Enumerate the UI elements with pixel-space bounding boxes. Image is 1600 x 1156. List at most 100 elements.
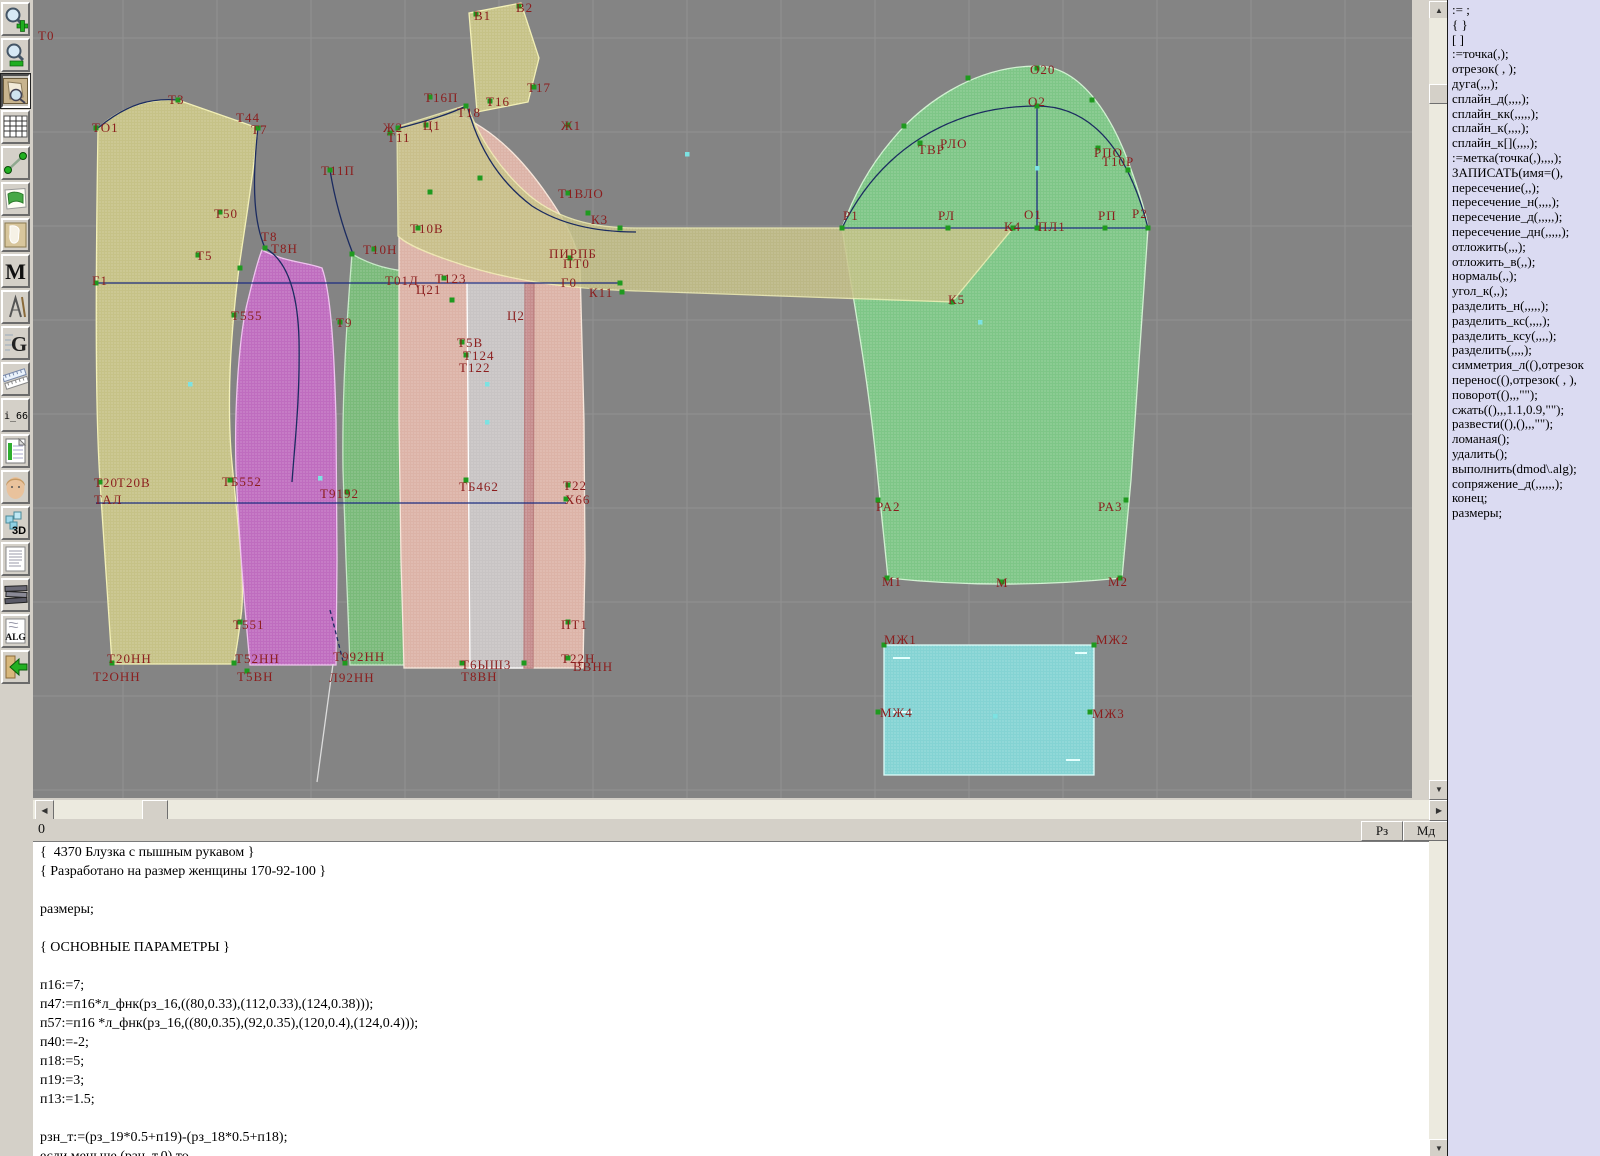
command-item[interactable]: сжать((),,,1.1,0.9,""); <box>1448 402 1600 417</box>
command-item[interactable]: удалить(); <box>1448 446 1600 461</box>
command-item[interactable]: сопряжение_д(,,,,,,); <box>1448 476 1600 491</box>
editor-vscroll-shaft[interactable] <box>1429 841 1447 1139</box>
piece-handle[interactable] <box>978 320 983 325</box>
canvas-hscroll-shaft[interactable] <box>33 800 1429 819</box>
canvas-hscroll-right-icon[interactable]: ▶ <box>1429 800 1449 821</box>
point-marker[interactable] <box>965 75 971 81</box>
canvas-vscroll-shaft[interactable] <box>1429 18 1447 780</box>
piece-handle[interactable] <box>485 420 490 425</box>
point-marker[interactable] <box>617 280 623 286</box>
point-label: К5 <box>948 292 965 307</box>
command-item[interactable]: сплайн_к[](,,,,); <box>1448 135 1600 150</box>
view-3d-button[interactable]: 3D <box>1 506 30 540</box>
command-item[interactable]: пересечение(,,); <box>1448 180 1600 195</box>
point-label: Т01Д <box>385 273 419 288</box>
svg-text:ALG: ALG <box>5 633 26 643</box>
piece-handle[interactable] <box>188 382 193 387</box>
document-button[interactable] <box>1 542 30 576</box>
point-marker[interactable] <box>945 225 951 231</box>
point-label: Т22 <box>563 478 587 493</box>
command-item[interactable]: отложить_в(,,); <box>1448 254 1600 269</box>
command-item[interactable]: конец; <box>1448 490 1600 505</box>
command-item[interactable]: ломаная(); <box>1448 431 1600 446</box>
canvas-hscroll-thumb[interactable] <box>142 800 168 821</box>
command-item[interactable]: сплайн_д(,,,,); <box>1448 91 1600 106</box>
command-item[interactable]: дуга(,,,); <box>1448 76 1600 91</box>
construct-button[interactable] <box>1 290 30 324</box>
command-item[interactable]: отложить(,,,); <box>1448 239 1600 254</box>
segment-button[interactable] <box>1 146 30 180</box>
command-item[interactable]: нормаль(,,); <box>1448 268 1600 283</box>
command-item[interactable]: выполнить(dmod\.alg); <box>1448 461 1600 476</box>
md-button[interactable]: Мд <box>1403 821 1449 841</box>
command-item[interactable]: отрезок( , ); <box>1448 61 1600 76</box>
piece-handle[interactable] <box>485 382 490 387</box>
command-item[interactable]: симметрия_л((),отрезок <box>1448 357 1600 372</box>
command-item[interactable]: развести((),(),,,""); <box>1448 416 1600 431</box>
pattern-sheet-button[interactable] <box>1 218 30 252</box>
grafis-button[interactable]: G <box>1 326 30 360</box>
command-item[interactable]: пересечение_д(,,,,,); <box>1448 209 1600 224</box>
point-marker[interactable] <box>839 225 845 231</box>
point-marker[interactable] <box>237 265 243 271</box>
point-marker[interactable] <box>1102 225 1108 231</box>
piece-handle[interactable] <box>993 714 998 719</box>
point-marker[interactable] <box>349 251 355 257</box>
rz-button[interactable]: Рз <box>1361 821 1403 841</box>
editor-vscroll-down-icon[interactable]: ▼ <box>1429 1139 1449 1156</box>
library-button[interactable] <box>1 578 30 612</box>
command-item[interactable]: разделить_ксу(,,,,); <box>1448 328 1600 343</box>
command-item[interactable]: :=метка(точка(,),,,,); <box>1448 150 1600 165</box>
point-marker[interactable] <box>1145 225 1151 231</box>
command-item[interactable]: размеры; <box>1448 505 1600 520</box>
view-pattern-button[interactable] <box>0 73 31 109</box>
preview-button[interactable] <box>1 182 30 216</box>
point-label: Т122 <box>459 360 490 375</box>
measurements-button[interactable]: M <box>1 254 30 288</box>
command-item[interactable]: := ; <box>1448 2 1600 17</box>
zoom-out-button[interactable] <box>1 38 30 72</box>
canvas-vscroll-thumb[interactable] <box>1429 84 1449 104</box>
algorithm-button[interactable]: ALG <box>1 614 30 648</box>
size-table-button[interactable] <box>1 434 30 468</box>
command-item[interactable]: разделить(,,,,); <box>1448 342 1600 357</box>
algorithm-editor[interactable]: { 4370 Блузка с пышным рукавом } { Разраб… <box>33 841 1429 1156</box>
command-item[interactable]: { } <box>1448 17 1600 32</box>
command-item[interactable]: пересечение_дн(,,,,,); <box>1448 224 1600 239</box>
point-marker[interactable] <box>521 660 527 666</box>
drawing-canvas[interactable]: Т0 В1 В2 Т3 Т44 Т7 ТО1 Т16П Т16 Т17 Т18 Ж2 Ц1 Ж1 Т11 Т1… <box>33 0 1412 798</box>
piece-handle[interactable] <box>318 476 323 481</box>
zoom-in-button[interactable] <box>1 2 30 36</box>
point-marker[interactable] <box>1123 497 1129 503</box>
command-item[interactable]: [ ] <box>1448 32 1600 47</box>
command-item[interactable]: сплайн_к(,,,,); <box>1448 120 1600 135</box>
command-item[interactable]: перенос((),отрезок( , ), <box>1448 372 1600 387</box>
point-label: Т16П <box>424 90 458 105</box>
point-marker[interactable] <box>617 225 623 231</box>
canvas-vscroll-down-icon[interactable]: ▼ <box>1429 780 1449 800</box>
grid-button[interactable] <box>1 110 30 144</box>
command-item[interactable]: пересечение_н(,,,,); <box>1448 194 1600 209</box>
interface-i66-button[interactable]: i_66. <box>1 398 30 432</box>
point-marker[interactable] <box>427 189 433 195</box>
piece-handle[interactable] <box>1035 166 1040 171</box>
point-marker[interactable] <box>477 175 483 181</box>
command-item[interactable]: разделить_н(,,,,,); <box>1448 298 1600 313</box>
command-item[interactable]: :=точка(,); <box>1448 46 1600 61</box>
exit-button[interactable] <box>1 650 30 684</box>
rulers-button[interactable] <box>1 362 30 396</box>
point-marker[interactable] <box>262 245 268 251</box>
command-item[interactable]: разделить_кс(,,,,); <box>1448 313 1600 328</box>
command-item[interactable]: сплайн_кк(,,,,,); <box>1448 106 1600 121</box>
command-item[interactable]: угол_к(,,); <box>1448 283 1600 298</box>
point-marker[interactable] <box>619 289 625 295</box>
piece-handle[interactable] <box>685 152 690 157</box>
model-photo-button[interactable] <box>1 470 30 504</box>
point-marker[interactable] <box>585 210 591 216</box>
command-item[interactable]: поворот((),,,""); <box>1448 387 1600 402</box>
canvas-hscroll-left-icon[interactable]: ◀ <box>35 800 54 821</box>
command-item[interactable]: ЗАПИСАТЬ(имя=(), <box>1448 165 1600 180</box>
point-marker[interactable] <box>449 297 455 303</box>
point-marker[interactable] <box>1089 97 1095 103</box>
point-marker[interactable] <box>901 123 907 129</box>
